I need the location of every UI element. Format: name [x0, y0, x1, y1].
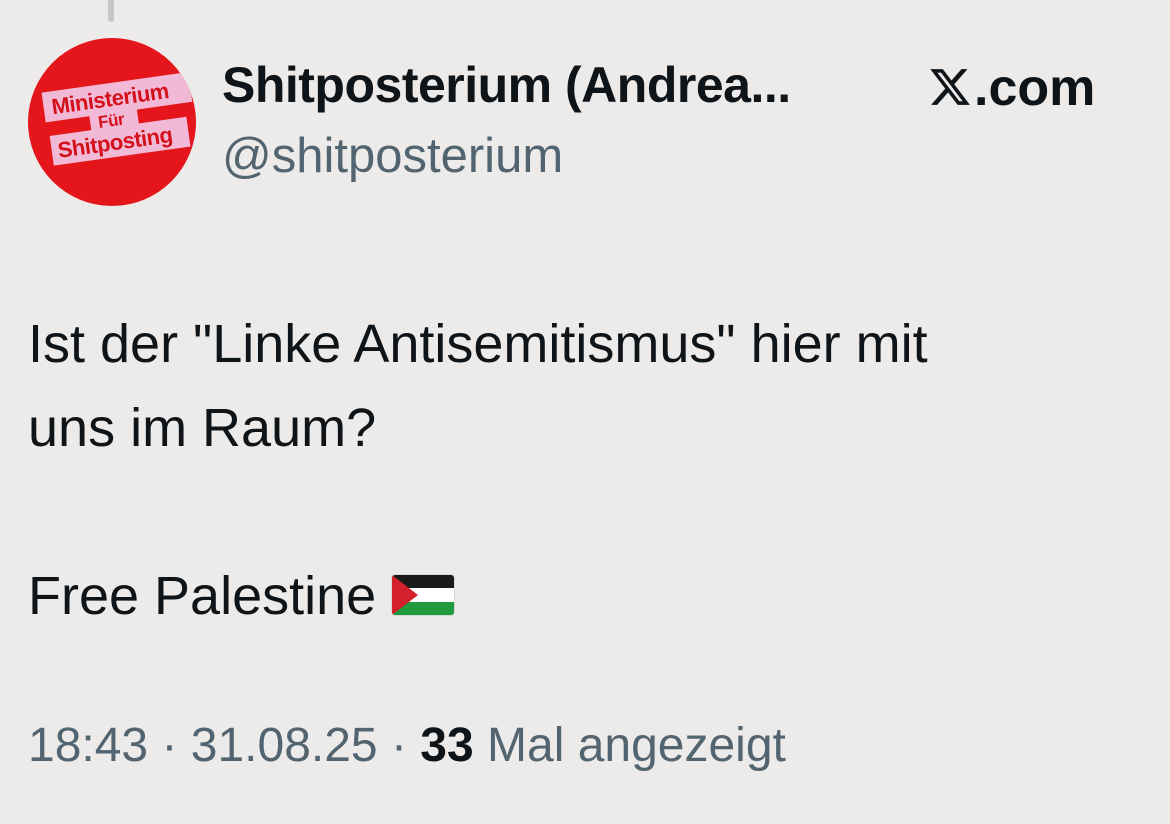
views-label: Mal angezeigt: [473, 719, 786, 772]
tweet-text-line-with-emoji: Free Palestine: [28, 554, 1138, 638]
views-count: 33: [420, 719, 474, 772]
avatar-logo: Ministerium Für Shitposting: [41, 66, 196, 172]
source-label: .com: [974, 59, 1096, 117]
author-handle[interactable]: @shitposterium: [222, 128, 563, 184]
tweet-text-line: Ist der "Linke Antisemitismus" hier mit: [28, 314, 928, 374]
thread-connector-line: [108, 0, 114, 22]
avatar[interactable]: Ministerium Für Shitposting: [28, 38, 196, 206]
meta-separator: ·: [377, 719, 421, 772]
tweet-metadata: 18:43 · 31.08.25 · 33 Mal angezeigt: [28, 718, 786, 773]
tweet-text-line: Free Palestine: [28, 566, 377, 626]
author-display-name[interactable]: Shitposterium (Andrea...: [222, 56, 892, 114]
tweet-body: Ist der "Linke Antisemitismus" hier mit …: [28, 302, 1138, 638]
tweet-time[interactable]: 18:43: [28, 719, 148, 772]
meta-separator: ·: [148, 719, 191, 772]
x-logo-icon: [930, 69, 970, 105]
tweet-text-line: uns im Raum?: [28, 398, 377, 458]
tweet-date[interactable]: 31.08.25: [191, 719, 378, 772]
palestine-flag-icon: [392, 575, 455, 615]
source-badge[interactable]: .com: [928, 58, 1095, 118]
